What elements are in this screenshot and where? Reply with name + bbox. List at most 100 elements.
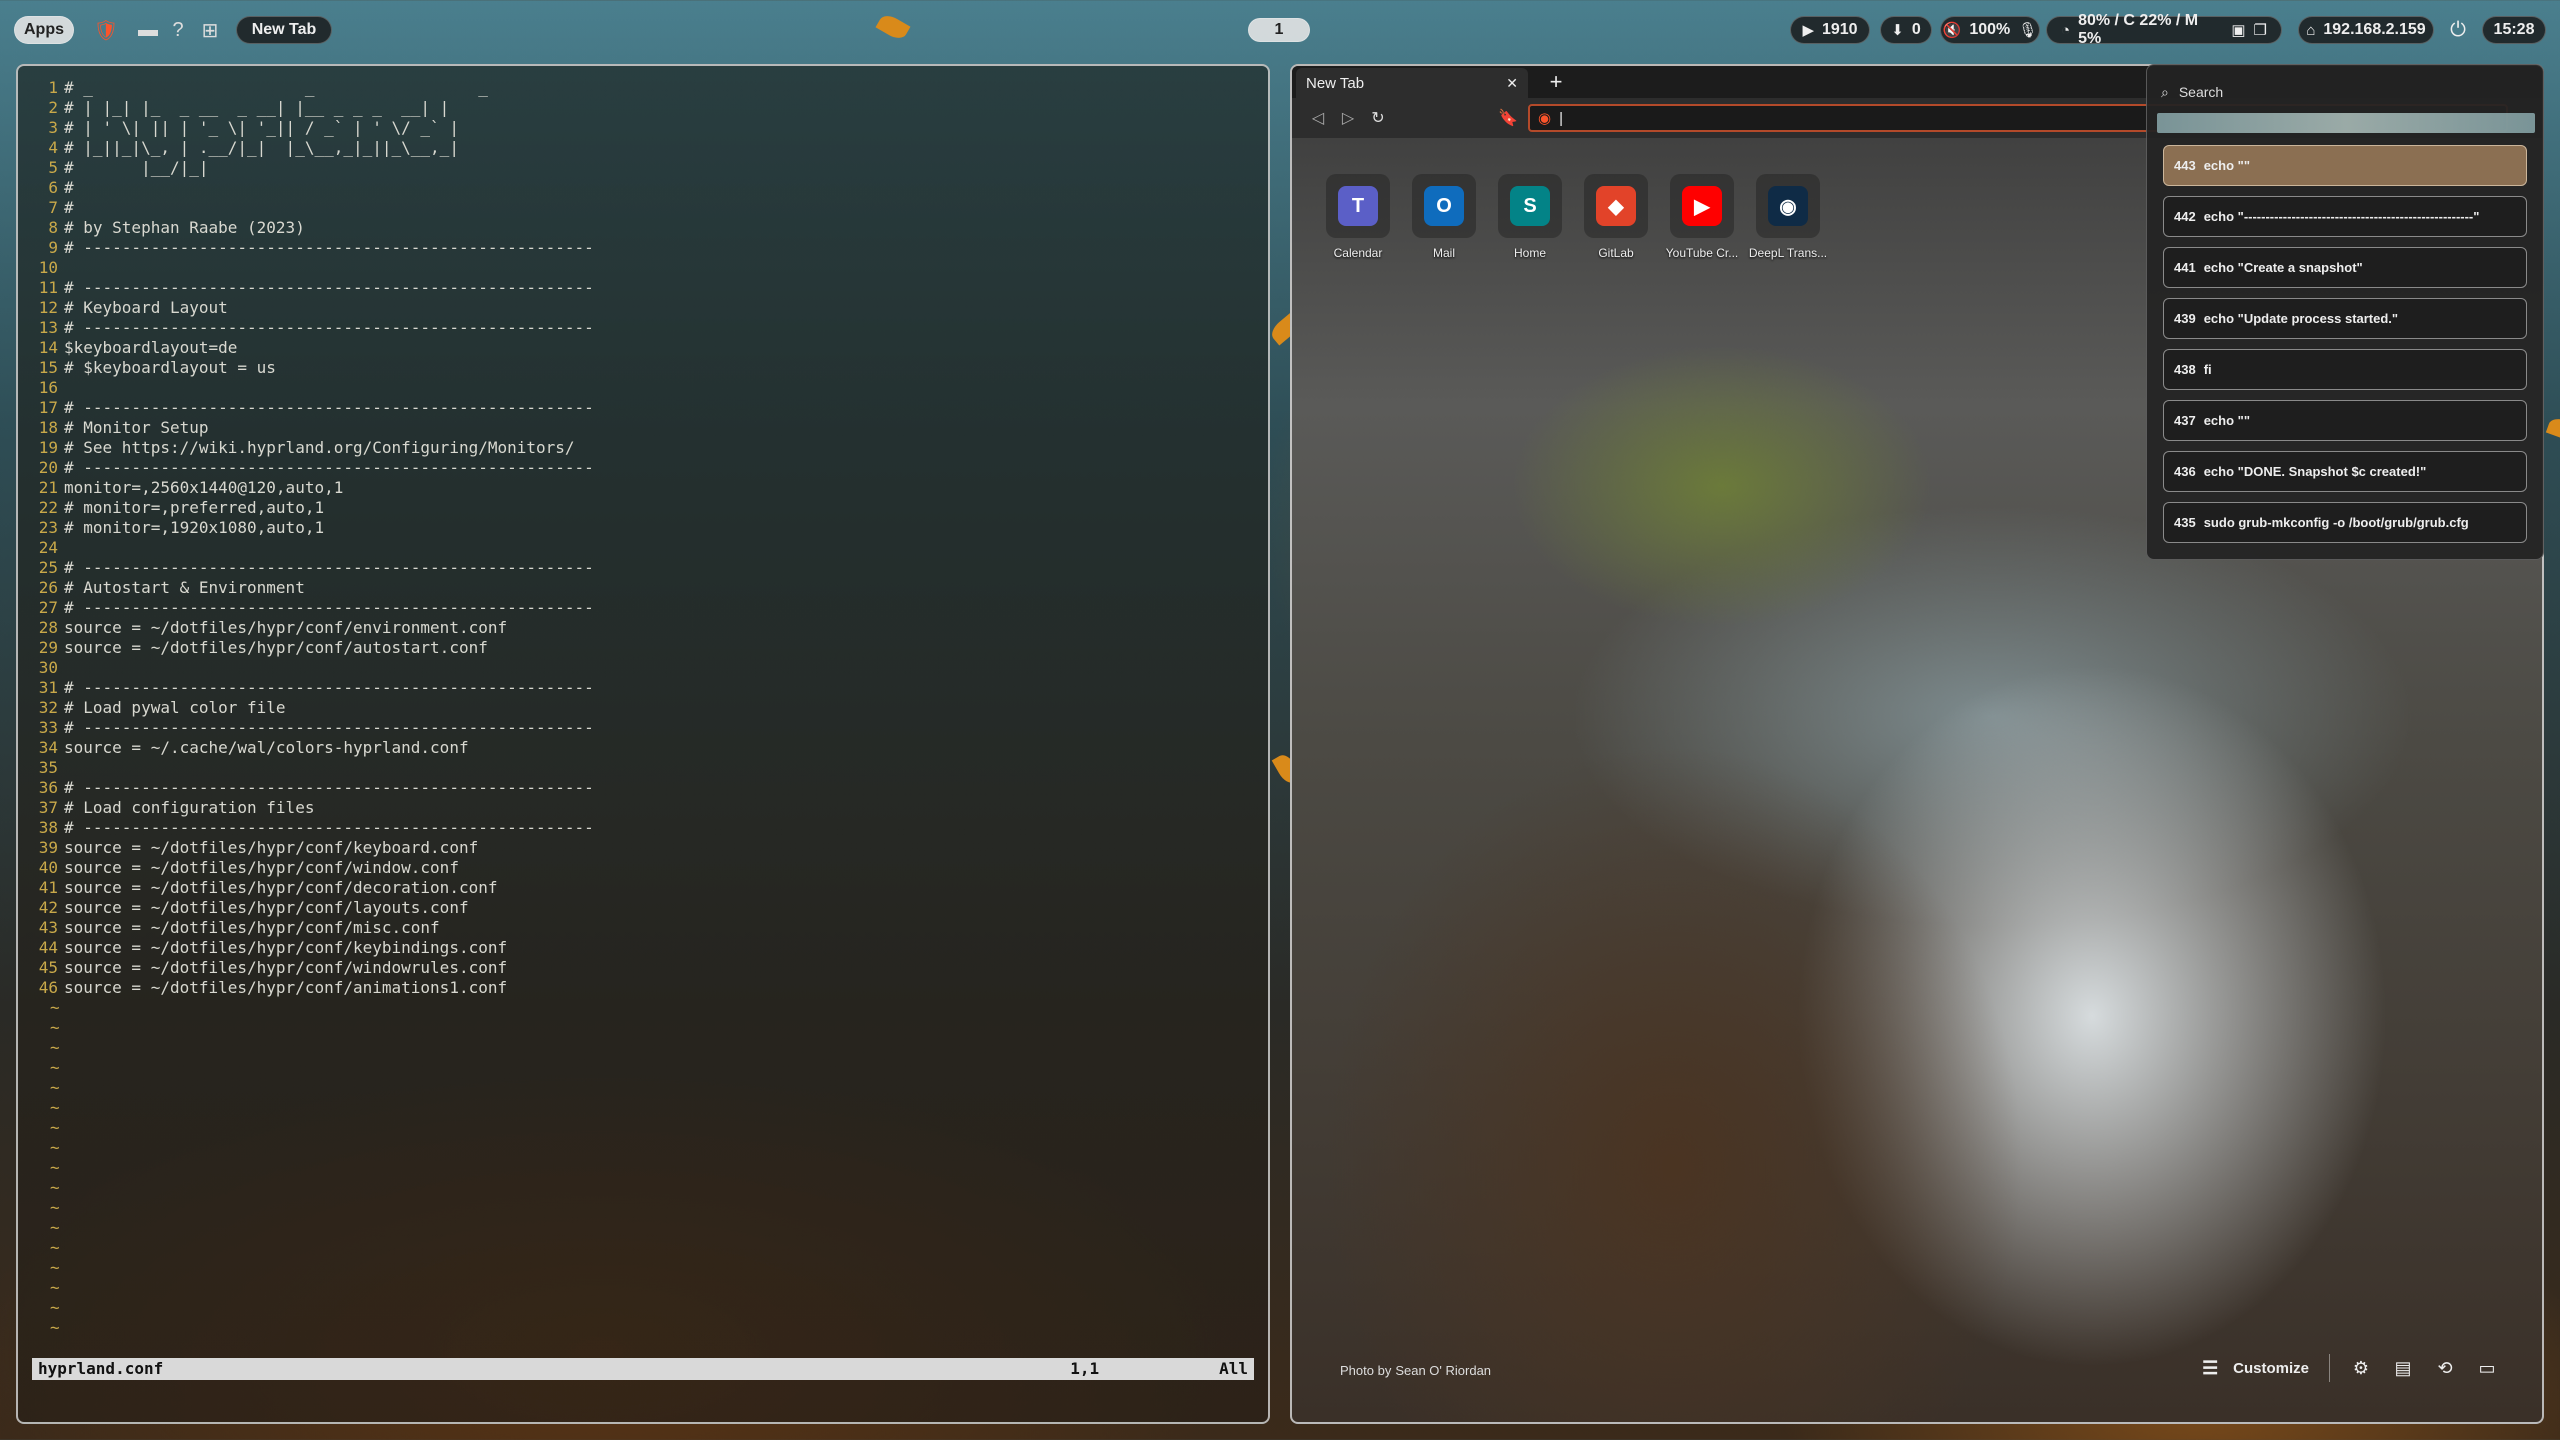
editor-line[interactable]: 30 xyxy=(32,658,594,678)
editor-line[interactable]: 19 # See https://wiki.hyprland.org/Config… xyxy=(32,438,594,458)
empty-line-marker: ~ xyxy=(50,1138,60,1157)
editor-line[interactable]: 22 # monitor=,preferred,auto,1 xyxy=(32,498,594,518)
media-icon[interactable]: ▭ xyxy=(2476,1357,2498,1379)
editor-line[interactable]: 3 # | ' \| || | '_ \| '_|| / _` | ' \/ _`… xyxy=(32,118,594,138)
editor-line[interactable]: 42 source = ~/dotfiles/hypr/conf/layouts.… xyxy=(32,898,594,918)
line-text: source = ~/dotfiles/hypr/conf/window.con… xyxy=(64,858,459,877)
editor-line[interactable]: 35 xyxy=(32,758,594,778)
settings-icon[interactable]: ⚙ xyxy=(2350,1357,2372,1379)
editor-line[interactable]: 29 source = ~/dotfiles/hypr/conf/autostar… xyxy=(32,638,594,658)
editor-line[interactable]: 36 # ------------------------------------… xyxy=(32,778,594,798)
editor-line[interactable]: 9 # -------------------------------------… xyxy=(32,238,593,258)
history-item[interactable]: 435 sudo grub-mkconfig -o /boot/grub/grub… xyxy=(2163,502,2527,543)
volume-control[interactable]: 🔇 100% 🎙 xyxy=(1940,16,2040,44)
forward-button[interactable]: ▷ xyxy=(1336,106,1360,130)
editor-line[interactable]: 5 # |__/|_| xyxy=(32,158,594,178)
windows-icon[interactable]: ⊞ xyxy=(198,18,222,42)
history-item[interactable]: 443 echo "" xyxy=(2163,145,2527,186)
editor-line[interactable]: 46 source = ~/dotfiles/hypr/conf/animatio… xyxy=(32,978,594,998)
bookmarks-icon[interactable]: ▤ xyxy=(2392,1357,2414,1379)
top-site-tile[interactable]: ◉ DeepL Trans... xyxy=(1749,174,1827,260)
browser-tab[interactable]: New Tab ✕ xyxy=(1296,68,1528,98)
top-site-tile[interactable]: S Home xyxy=(1498,174,1562,260)
apps-button[interactable]: Apps xyxy=(14,16,74,44)
editor-line[interactable]: 8 # by Stephan Raabe (2023) xyxy=(32,218,594,238)
editor-line[interactable]: 7 # xyxy=(32,198,594,218)
line-text: # _ _ _ xyxy=(64,78,498,97)
history-launcher[interactable]: ⌕ Search 443 echo "" 442 echo "------------… xyxy=(2146,64,2544,560)
editor-line[interactable]: 25 # ------------------------------------… xyxy=(32,558,594,578)
history-item[interactable]: 436 echo "DONE. Snapshot $c created!" xyxy=(2163,451,2527,492)
system-stats[interactable]: ◔ 80% / C 22% / M 5% ▣ ❐ xyxy=(2046,12,2282,47)
editor-line[interactable]: 4 # |_||_|\_, | .__/|_| |_\__,_|_||_\__,_… xyxy=(32,138,594,158)
editor-line[interactable]: 12 # Keyboard Layout xyxy=(32,298,594,318)
editor-line[interactable]: 11 # ------------------------------------… xyxy=(32,278,594,298)
editor-line[interactable]: 39 source = ~/dotfiles/hypr/conf/keyboard… xyxy=(32,838,594,858)
editor-line[interactable]: 20 # ------------------------------------… xyxy=(32,458,594,478)
editor-line[interactable]: 14 $keyboardlayout=de xyxy=(32,338,594,358)
disk-icon: ◔ xyxy=(2061,21,2071,39)
top-site-tile[interactable]: ◆ GitLab xyxy=(1584,174,1648,260)
history-icon[interactable]: ⟲ xyxy=(2434,1357,2456,1379)
editor-line[interactable]: 37 # Load configuration files xyxy=(32,798,594,818)
history-search[interactable]: ⌕ Search xyxy=(2161,79,2223,105)
photo-credit-author[interactable]: Sean O' Riordan xyxy=(1395,1363,1491,1378)
back-button[interactable]: ◁ xyxy=(1306,106,1330,130)
editor-line[interactable]: 43 source = ~/dotfiles/hypr/conf/misc.con… xyxy=(32,918,594,938)
editor-line[interactable]: 17 # ------------------------------------… xyxy=(32,398,594,418)
editor-line[interactable]: 40 source = ~/dotfiles/hypr/conf/window.c… xyxy=(32,858,594,878)
editor-line[interactable]: 23 # monitor=,1920x1080,auto,1 xyxy=(32,518,594,538)
editor-line[interactable]: 44 source = ~/dotfiles/hypr/conf/keybindi… xyxy=(32,938,594,958)
brave-icon[interactable]: 🛡 xyxy=(93,18,118,42)
updates-counter[interactable]: ⬇ 0 xyxy=(1880,16,1932,44)
divider xyxy=(2329,1354,2330,1382)
line-number: 34 xyxy=(38,738,58,757)
editor-line[interactable]: 31 # ------------------------------------… xyxy=(32,678,594,698)
editor-line[interactable]: 18 # Monitor Setup xyxy=(32,418,594,438)
line-text: source = ~/dotfiles/hypr/conf/misc.conf xyxy=(64,918,440,937)
line-number: 11 xyxy=(38,278,58,297)
network-status[interactable]: ⌂ 192.168.2.159 xyxy=(2298,16,2434,44)
editor-line[interactable]: 38 # ------------------------------------… xyxy=(32,818,594,838)
history-item[interactable]: 438 fi xyxy=(2163,349,2527,390)
new-tab-button[interactable]: + xyxy=(1544,69,1568,94)
editor-line[interactable]: 6 # xyxy=(32,178,594,198)
history-item[interactable]: 441 echo "Create a snapshot" xyxy=(2163,247,2527,288)
editor-line[interactable]: 27 # ------------------------------------… xyxy=(32,598,594,618)
history-item[interactable]: 437 echo "" xyxy=(2163,400,2527,441)
editor-line[interactable]: 24 xyxy=(32,538,594,558)
youtube-counter[interactable]: ▶ 1910 xyxy=(1790,16,1870,44)
top-site-tile[interactable]: ▶ YouTube Cr... xyxy=(1666,174,1738,260)
editor-line[interactable]: 45 source = ~/dotfiles/hypr/conf/windowru… xyxy=(32,958,594,978)
editor-line[interactable]: 16 xyxy=(32,378,594,398)
editor-line[interactable]: 21 monitor=,2560x1440@120,auto,1 xyxy=(32,478,594,498)
reload-button[interactable]: ↻ xyxy=(1366,106,1390,130)
editor-line[interactable]: 15 # $keyboardlayout = us xyxy=(32,358,594,378)
editor-line[interactable]: 41 source = ~/dotfiles/hypr/conf/decorati… xyxy=(32,878,594,898)
clock[interactable]: 15:28 xyxy=(2482,16,2546,44)
close-tab-icon[interactable]: ✕ xyxy=(1506,75,1518,92)
folder-icon[interactable]: ▬ xyxy=(136,18,160,42)
editor-line[interactable]: 32 # Load pywal color file xyxy=(32,698,594,718)
editor-line[interactable]: 26 # Autostart & Environment xyxy=(32,578,594,598)
workspace-indicator[interactable]: 1 xyxy=(1248,18,1310,42)
editor-line[interactable]: 13 # ------------------------------------… xyxy=(32,318,594,338)
editor-line[interactable]: 33 # ------------------------------------… xyxy=(32,718,594,738)
top-site-tile[interactable]: T Calendar xyxy=(1326,174,1390,260)
editor-line[interactable]: 34 source = ~/.cache/wal/colors-hyprland.… xyxy=(32,738,594,758)
editor-line[interactable]: 1 # _ _ _ xyxy=(32,78,594,98)
search-input[interactable]: Search xyxy=(2179,84,2223,100)
editor-buffer[interactable]: 1 # _ _ _ 2 # | |_| |_ _ __ _ __| |__ _ _ … xyxy=(32,78,594,1338)
editor-line[interactable]: 2 # | |_| |_ _ __ _ __| |__ _ _ _ __| | xyxy=(32,98,594,118)
history-item[interactable]: 442 echo "-------------------------------… xyxy=(2163,196,2527,237)
customize-button[interactable]: ☰ Customize xyxy=(2199,1357,2309,1379)
editor-line[interactable]: 10 xyxy=(32,258,594,278)
help-icon[interactable]: ? xyxy=(166,18,190,42)
top-site-tile[interactable]: O Mail xyxy=(1412,174,1476,260)
history-item[interactable]: 439 echo "Update process started." xyxy=(2163,298,2527,339)
editor-line[interactable]: 28 source = ~/dotfiles/hypr/conf/environm… xyxy=(32,618,594,638)
terminal-window[interactable]: 1 # _ _ _ 2 # | |_| |_ _ __ _ __| |__ _ _ … xyxy=(16,64,1270,1424)
bookmark-button[interactable]: 🔖 xyxy=(1496,106,1520,130)
line-number: 7 xyxy=(48,198,58,217)
power-icon[interactable]: ⏻ xyxy=(2446,18,2470,42)
